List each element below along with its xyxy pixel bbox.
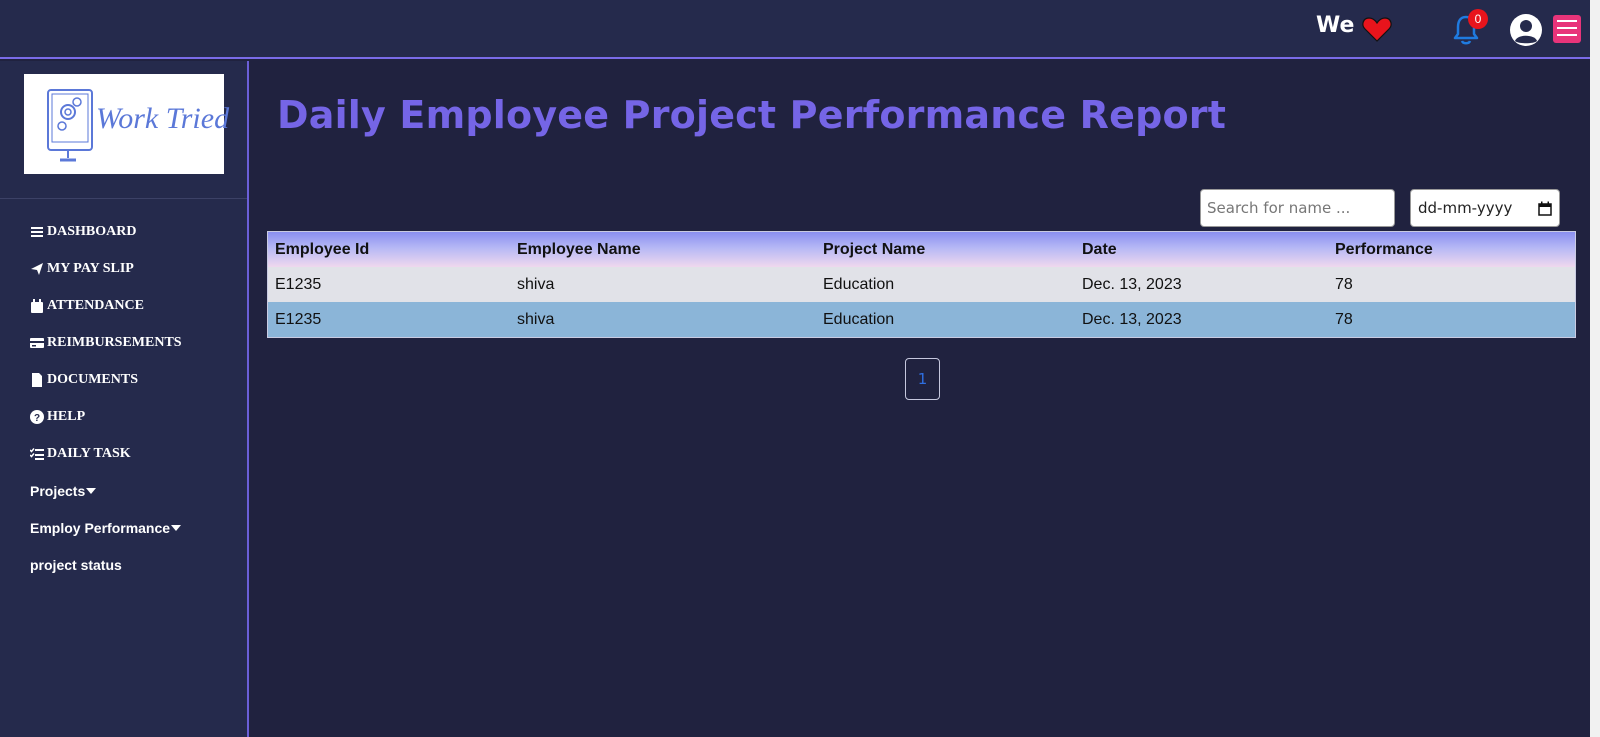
performance-table: Employee Id Employee Name Project Name D… bbox=[267, 231, 1576, 338]
sidebar-item-documents[interactable]: DOCUMENTS bbox=[30, 372, 138, 388]
pagination-page-button[interactable]: 1 bbox=[905, 358, 940, 400]
bars-icon bbox=[31, 227, 43, 237]
sidebar-item-label: Employ Performance bbox=[30, 520, 171, 536]
sidebar-item-my-pay-slip[interactable]: MY PAY SLIP bbox=[30, 261, 134, 277]
menu-line-icon bbox=[1557, 34, 1577, 36]
hamburger-menu-button[interactable] bbox=[1553, 15, 1581, 43]
sidebar-item-label: REIMBURSEMENTS bbox=[47, 335, 182, 350]
column-header-employee-id: Employee Id bbox=[275, 240, 370, 258]
page-scrollbar[interactable] bbox=[1590, 0, 1600, 737]
search-input[interactable] bbox=[1200, 189, 1395, 227]
date-filter-input[interactable]: dd-mm-yyyy bbox=[1410, 189, 1560, 227]
user-avatar-icon[interactable] bbox=[1509, 13, 1543, 47]
sidebar-item-daily-task[interactable]: DAILY TASK bbox=[30, 446, 131, 462]
sidebar-item-project-status[interactable]: project status bbox=[30, 557, 122, 573]
list-check-icon bbox=[30, 448, 44, 460]
svg-text:?: ? bbox=[34, 413, 40, 424]
table-header: Employee Id Employee Name Project Name D… bbox=[268, 232, 1575, 267]
cell-employee-id: E1235 bbox=[275, 275, 322, 293]
column-header-employee-name: Employee Name bbox=[517, 240, 641, 258]
cell-employee-name: shiva bbox=[517, 310, 555, 328]
column-header-project-name: Project Name bbox=[823, 240, 926, 258]
sidebar-item-reimbursements[interactable]: REIMBURSEMENTS bbox=[30, 335, 182, 351]
cell-employee-name: shiva bbox=[517, 275, 555, 293]
sidebar-item-attendance[interactable]: ATTENDANCE bbox=[30, 298, 144, 314]
sidebar-item-projects[interactable]: Projects bbox=[30, 483, 97, 499]
cell-date: Dec. 13, 2023 bbox=[1082, 310, 1182, 328]
caret-down-icon bbox=[171, 525, 182, 531]
cell-performance: 78 bbox=[1335, 310, 1353, 328]
sidebar-item-label: DASHBOARD bbox=[47, 224, 137, 239]
heart-icon bbox=[1362, 17, 1392, 42]
cell-performance: 78 bbox=[1335, 275, 1353, 293]
sidebar-item-label: DOCUMENTS bbox=[47, 372, 139, 387]
credit-card-icon bbox=[30, 338, 44, 348]
monitor-gear-icon bbox=[47, 89, 93, 162]
sidebar-item-employ-performance[interactable]: Employ Performance bbox=[30, 520, 182, 536]
menu-line-icon bbox=[1557, 20, 1577, 22]
sidebar-item-label: MY PAY SLIP bbox=[47, 261, 134, 276]
column-header-date: Date bbox=[1082, 240, 1117, 258]
cell-project-name: Education bbox=[823, 310, 895, 328]
date-placeholder: dd-mm-yyyy bbox=[1418, 199, 1513, 217]
greeting-text: We bbox=[1316, 13, 1355, 38]
top-navbar: We 0 bbox=[0, 0, 1600, 59]
sidebar-item-label: project status bbox=[30, 557, 122, 573]
logo-text: Work Tried bbox=[96, 102, 230, 135]
page-title: Daily Employee Project Performance Repor… bbox=[277, 93, 1227, 137]
notification-badge: 0 bbox=[1468, 9, 1488, 29]
file-icon bbox=[32, 373, 42, 387]
calendar-icon bbox=[31, 299, 43, 313]
caret-down-icon bbox=[86, 488, 97, 494]
menu-line-icon bbox=[1557, 27, 1577, 29]
cell-project-name: Education bbox=[823, 275, 895, 293]
table-row: E1235 shiva Education Dec. 13, 2023 78 bbox=[268, 302, 1575, 337]
paper-plane-icon bbox=[31, 263, 43, 275]
sidebar-item-label: ATTENDANCE bbox=[47, 298, 144, 313]
sidebar-item-label: HELP bbox=[47, 409, 86, 424]
cell-employee-id: E1235 bbox=[275, 310, 322, 328]
sidebar-item-label: Projects bbox=[30, 483, 86, 499]
calendar-icon[interactable] bbox=[1538, 201, 1552, 216]
table-row: E1235 shiva Education Dec. 13, 2023 78 bbox=[268, 267, 1575, 302]
sidebar-item-dashboard[interactable]: DASHBOARD bbox=[30, 224, 136, 240]
sidebar-item-label: DAILY TASK bbox=[47, 446, 131, 461]
question-circle-icon: ? bbox=[30, 410, 44, 424]
company-logo[interactable]: Work Tried bbox=[24, 74, 229, 174]
cell-date: Dec. 13, 2023 bbox=[1082, 275, 1182, 293]
sidebar: Work Tried DASHBOARD MY PAY SLIP ATTENDA… bbox=[0, 61, 249, 737]
sidebar-divider bbox=[0, 198, 247, 199]
sidebar-item-help[interactable]: ? HELP bbox=[30, 409, 85, 425]
column-header-performance: Performance bbox=[1335, 240, 1433, 258]
